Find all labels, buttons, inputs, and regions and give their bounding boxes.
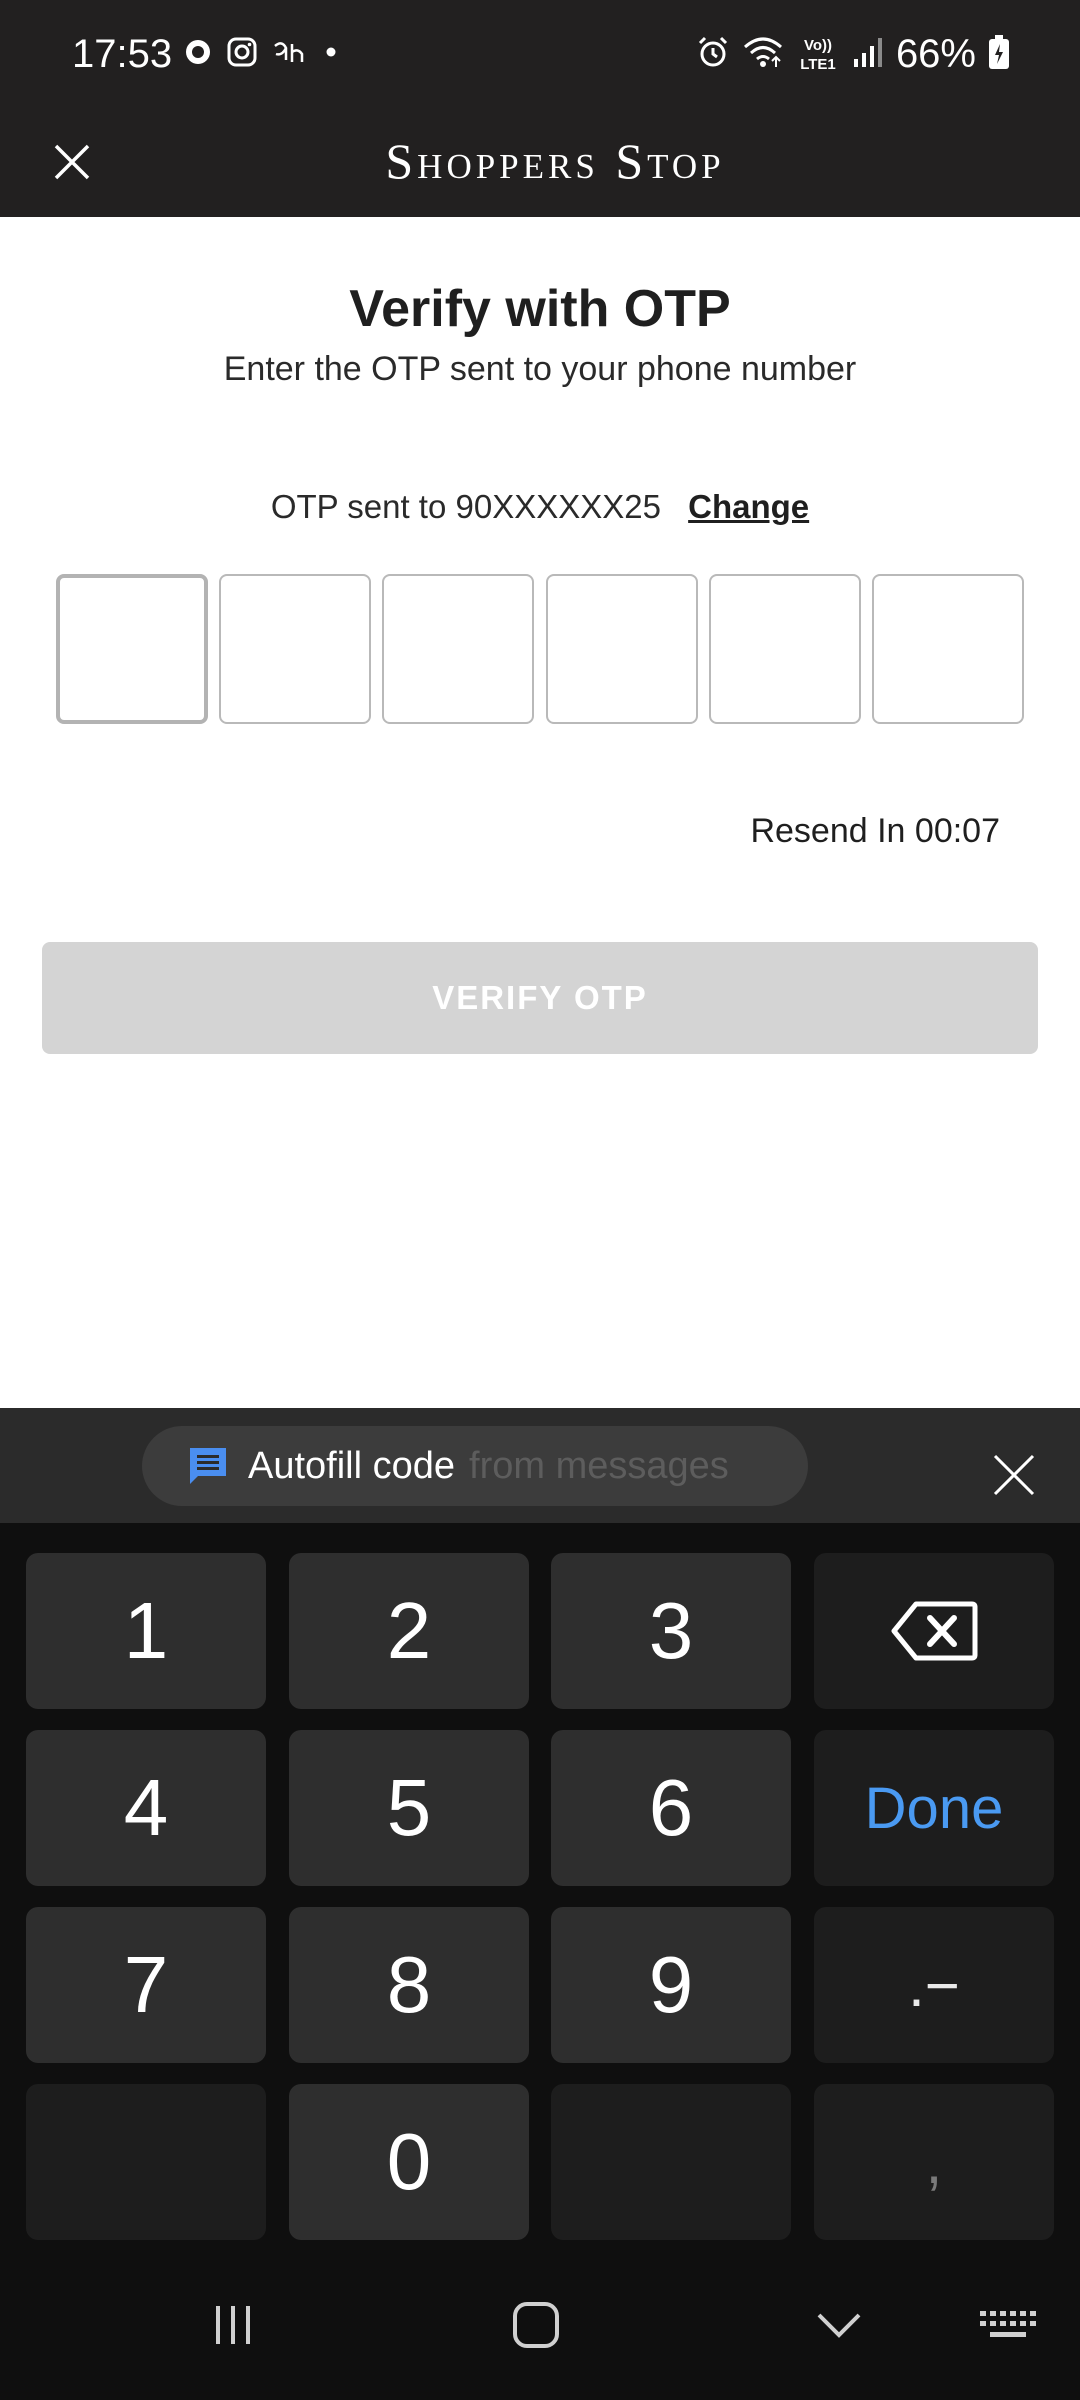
otp-digit-1[interactable]	[56, 574, 208, 724]
autofill-secondary-text: from messages	[469, 1444, 729, 1487]
empty-key-left	[26, 2084, 266, 2240]
instagram-icon	[226, 36, 258, 73]
done-key[interactable]: Done	[814, 1730, 1054, 1886]
status-left-icons	[184, 34, 338, 74]
back-button[interactable]	[799, 2295, 879, 2355]
volte-icon: Vo)) LTE1	[796, 34, 840, 74]
change-number-link[interactable]: Change	[688, 488, 809, 525]
app-header: Shoppers Stop	[0, 108, 1080, 217]
page-subtitle: Enter the OTP sent to your phone number	[223, 350, 857, 388]
back-icon	[817, 2313, 861, 2338]
resend-timer: Resend In 00:07	[750, 812, 1000, 850]
otp-digit-5[interactable]	[708, 574, 861, 724]
keyboard-icon	[980, 2311, 1036, 2337]
autofill-main-text: Autofill code	[248, 1444, 456, 1487]
otp-input-group	[56, 574, 1024, 724]
recent-apps-button[interactable]	[193, 2295, 273, 2355]
key-4[interactable]: 4	[26, 1730, 266, 1886]
verify-otp-button[interactable]: VERIFY OTP	[42, 942, 1038, 1054]
battery-icon	[988, 34, 1010, 75]
autofill-code-chip[interactable]: Autofill code from messages	[142, 1426, 808, 1506]
key-9[interactable]: 9	[551, 1907, 791, 2063]
battery-percent: 66%	[895, 32, 976, 76]
svg-text:Vo)): Vo))	[804, 37, 832, 54]
otp-sent-label: OTP sent to 90XXXXXX25	[270, 488, 661, 525]
page-title: Verify with OTP	[349, 280, 731, 338]
otp-sent-row: OTP sent to 90XXXXXX25 Change	[0, 484, 1080, 530]
key-7[interactable]: 7	[26, 1907, 266, 2063]
message-icon	[190, 1448, 226, 1484]
autofill-close-button[interactable]	[982, 1443, 1046, 1507]
otp-digit-2[interactable]	[219, 574, 372, 724]
recent-apps-icon	[216, 2306, 250, 2344]
otp-digit-4[interactable]	[545, 574, 698, 724]
status-time: 17:53	[72, 32, 173, 76]
home-icon	[513, 2302, 559, 2348]
backspace-key[interactable]	[814, 1553, 1054, 1709]
key-3[interactable]: 3	[551, 1553, 791, 1709]
bengali-app-icon	[272, 38, 310, 71]
backspace-icon	[891, 1601, 978, 1661]
comma-key[interactable]: ,	[814, 2084, 1054, 2240]
autofill-bar: Autofill code from messages	[0, 1408, 1080, 1523]
data-saver-icon	[184, 38, 212, 71]
key-1[interactable]: 1	[26, 1553, 266, 1709]
alarm-icon	[696, 35, 730, 74]
key-8[interactable]: 8	[289, 1907, 529, 2063]
numeric-keypad: 1 2 3 4 5 6 Done 7 8 9 .− 0 ,	[0, 1523, 1080, 2250]
wifi-icon	[742, 35, 784, 74]
brand-logo: Shoppers Stop	[385, 133, 725, 189]
symbol-key[interactable]: .−	[814, 1907, 1054, 2063]
key-5[interactable]: 5	[289, 1730, 529, 1886]
notification-dot-icon	[324, 45, 338, 64]
home-button[interactable]	[496, 2295, 576, 2355]
keyboard-switch-button[interactable]	[968, 2295, 1048, 2355]
otp-digit-6[interactable]	[871, 574, 1024, 724]
signal-icon	[852, 35, 884, 74]
empty-key-right	[551, 2084, 791, 2240]
close-icon	[993, 1454, 1035, 1496]
system-nav-bar	[0, 2250, 1080, 2400]
key-6[interactable]: 6	[551, 1730, 791, 1886]
svg-text:LTE1: LTE1	[800, 56, 836, 73]
otp-digit-3[interactable]	[382, 574, 535, 724]
key-2[interactable]: 2	[289, 1553, 529, 1709]
status-right-icons: Vo)) LTE1 66%	[696, 28, 1010, 80]
key-0[interactable]: 0	[289, 2084, 529, 2240]
status-bar: 17:53 Vo)) LTE1 66%	[0, 0, 1080, 108]
